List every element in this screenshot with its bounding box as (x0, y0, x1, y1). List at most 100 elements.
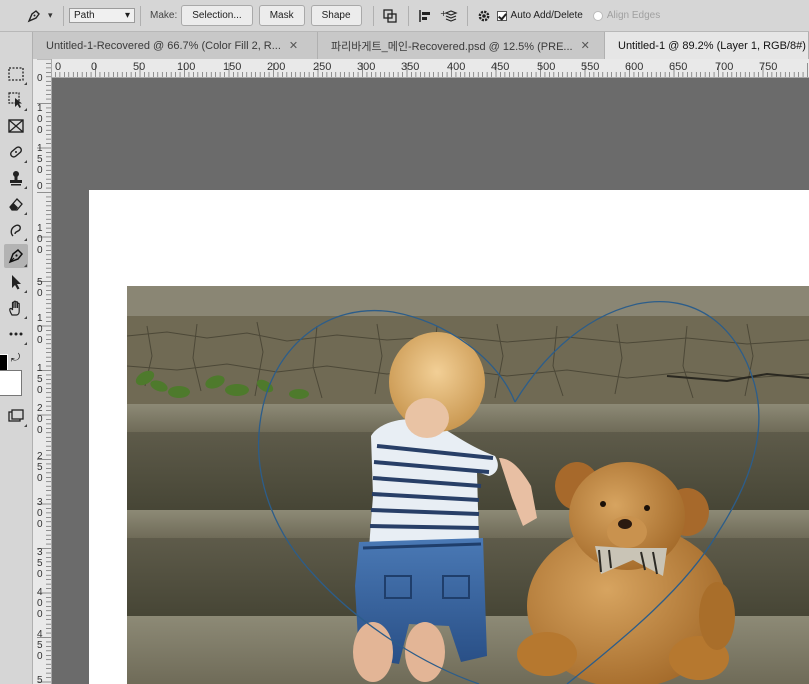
more-tools-icon[interactable] (4, 322, 28, 346)
checkbox-checked-icon (496, 10, 507, 21)
vertical-ruler[interactable]: 0100150010050100150200250300350400450500 (33, 59, 52, 684)
eraser-tool-icon[interactable] (4, 192, 28, 216)
ruler-label: 0 (37, 598, 43, 609)
divider (466, 5, 468, 26)
ruler-label: 1 (37, 103, 43, 114)
ruler-label: 1 (37, 363, 43, 374)
ruler-label: 5 (37, 154, 43, 165)
ruler-label: 300 (357, 61, 375, 73)
path-operations-icon[interactable] (379, 5, 401, 27)
ruler-label: 0 (37, 234, 43, 245)
ruler-label: 0 (37, 385, 43, 396)
ruler-label: 5 (37, 640, 43, 651)
ruler-label: 0 (37, 165, 43, 176)
tab-untitled-1[interactable]: Untitled-1 @ 89.2% (Layer 1, RGB/8#) (605, 32, 809, 59)
chevron-down-icon[interactable]: ▾ (48, 10, 58, 21)
selection-button[interactable]: Selection... (181, 5, 253, 26)
divider (407, 5, 409, 26)
ruler-label: 1 (37, 223, 43, 234)
ruler-label: 0 (37, 125, 43, 136)
ruler-label: 0 (37, 324, 43, 335)
ruler-label: 0 (37, 425, 43, 436)
clone-stamp-tool-icon[interactable] (4, 166, 28, 190)
ruler-label: 750 (759, 61, 777, 73)
ruler-label: 0 (37, 609, 43, 620)
ruler-label: 0 (37, 508, 43, 519)
ruler-label: 150 (223, 61, 241, 73)
ruler-label: 0 (37, 245, 43, 256)
path-alignment-icon[interactable] (414, 5, 436, 27)
ruler-label: 1 (37, 143, 43, 154)
ruler-label: 5 (37, 277, 43, 288)
tab-label: 파리바게트_메인-Recovered.psd @ 12.5% (PRE... (331, 40, 573, 53)
ruler-label: 50 (133, 61, 145, 73)
ruler-label: 5 (37, 675, 43, 684)
ruler-label: 100 (177, 61, 195, 73)
screen-mode-icon[interactable] (4, 404, 28, 428)
path-selection-tool-icon[interactable] (4, 270, 28, 294)
align-edges-label: Align Edges (606, 10, 661, 21)
pen-tool-preset-icon[interactable] (22, 4, 46, 28)
ruler-label: 0 (37, 651, 43, 662)
auto-add-delete-checkbox[interactable]: Auto Add/Delete (496, 10, 583, 21)
horizontal-ruler[interactable]: 0 0 50 100 150 200 250 300 350 400 450 500 550 600 650… (51, 59, 809, 78)
swap-colors-icon[interactable]: ⤾ (11, 352, 20, 365)
gear-icon[interactable] (473, 5, 495, 27)
healing-brush-tool-icon[interactable] (4, 140, 28, 164)
ruler-label: 2 (37, 403, 43, 414)
frame-tool-icon[interactable] (4, 114, 28, 138)
ruler-label: 350 (401, 61, 419, 73)
ruler-label: 0 (37, 181, 43, 192)
divider (140, 5, 141, 26)
ruler-label: 0 (37, 414, 43, 425)
make-label: Make: (150, 10, 178, 21)
ruler-label: 0 (37, 335, 43, 346)
vertical-ruler-ticks: 0100150010050100150200250300350400450500 (37, 59, 51, 684)
mode-select-value: Path (74, 10, 95, 21)
mask-button[interactable]: Mask (258, 5, 305, 26)
document-tabs: Untitled-1-Recovered @ 66.7% (Color Fill… (33, 32, 809, 59)
object-selection-tool-icon[interactable] (4, 88, 28, 112)
tools-panel: ⤾ (0, 32, 33, 684)
ruler-label: 250 (313, 61, 331, 73)
checkbox-disabled-icon (592, 10, 603, 21)
ruler-label: 500 (537, 61, 555, 73)
rectangular-marquee-tool-icon[interactable] (4, 62, 28, 86)
toddler-with-teddy-bear-photo (127, 286, 809, 684)
ruler-label: 0 (37, 73, 43, 84)
tab-label: Untitled-1-Recovered @ 66.7% (Color Fill… (46, 39, 281, 52)
path-arrangement-icon[interactable]: + (438, 5, 460, 27)
chevron-down-icon: ▾ (124, 10, 130, 21)
ruler-label: 5 (37, 558, 43, 569)
pen-tool-icon[interactable] (4, 244, 28, 268)
ruler-label: 0 (37, 569, 43, 580)
divider (372, 5, 374, 26)
close-icon[interactable]: ✕ (289, 39, 298, 52)
ruler-label: 0 (37, 519, 43, 530)
tab-label: Untitled-1 @ 89.2% (Layer 1, RGB/8#) (618, 39, 806, 52)
ruler-label: 0 (91, 61, 97, 73)
ruler-label: 2 (37, 451, 43, 462)
ruler-label: 450 (491, 61, 509, 73)
align-edges-checkbox: Align Edges (592, 10, 661, 21)
tab-paris-baguette-main[interactable]: 파리바게트_메인-Recovered.psd @ 12.5% (PRE... ✕ (318, 32, 605, 59)
mode-select[interactable]: Path ▾ (69, 8, 135, 23)
horizontal-ruler-ticks: 0 0 50 100 150 200 250 300 350 400 450 500 550 600 650… (51, 61, 808, 77)
ruler-label: 3 (37, 547, 43, 558)
photo-layer[interactable] (127, 286, 809, 684)
shape-button[interactable]: Shape (310, 5, 362, 26)
ruler-label: 5 (37, 462, 43, 473)
close-icon[interactable]: ✕ (581, 39, 590, 52)
ruler-label: 1 (37, 313, 43, 324)
ruler-label: 400 (447, 61, 465, 73)
ruler-label: 4 (37, 587, 43, 598)
tab-untitled-1-recovered[interactable]: Untitled-1-Recovered @ 66.7% (Color Fill… (33, 32, 318, 59)
ruler-label: 0 (55, 61, 61, 73)
background-color-swatch[interactable] (0, 370, 22, 396)
hand-tool-icon[interactable] (4, 296, 28, 320)
ruler-label: 3 (37, 497, 43, 508)
ruler-label: 200 (267, 61, 285, 73)
options-bar: ▾ Path ▾ Make: Selection... Mask Shape +… (0, 0, 809, 32)
ruler-label: 550 (581, 61, 599, 73)
smudge-tool-icon[interactable] (4, 218, 28, 242)
